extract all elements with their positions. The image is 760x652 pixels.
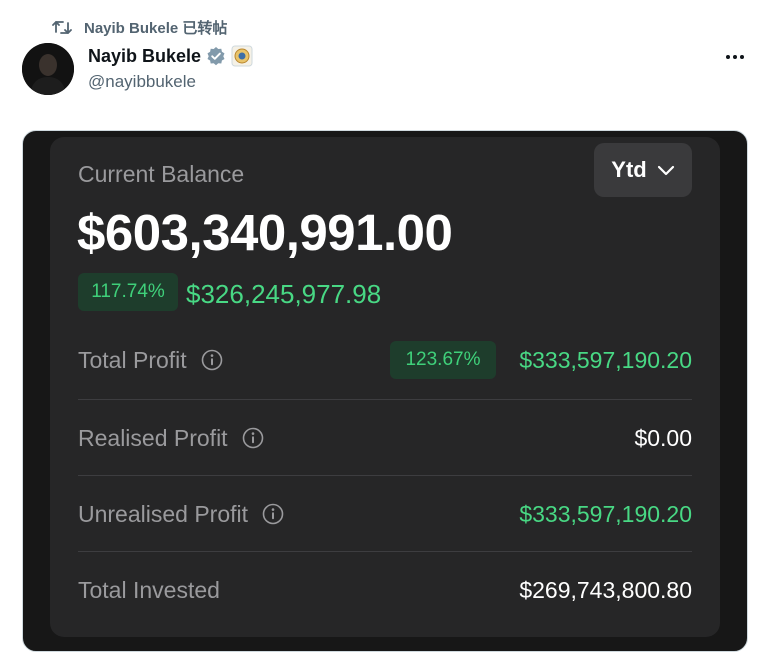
chevron-down-icon — [657, 165, 674, 176]
realised-profit-label-row: Realised Profit — [78, 423, 264, 453]
total-invested-label-row: Total Invested — [78, 575, 220, 605]
row-label: Total Profit — [78, 346, 187, 373]
info-icon[interactable] — [242, 427, 264, 449]
repost-indicator: Nayib Bukele 已转帖 — [52, 16, 227, 38]
realised-profit-value: $0.00 — [634, 425, 692, 451]
author-handle[interactable]: @nayibbukele — [88, 72, 196, 92]
period-value: Ytd — [611, 157, 647, 182]
info-icon[interactable] — [201, 349, 223, 371]
unrealised-profit-value: $333,597,190.20 — [519, 501, 692, 527]
author-name-row[interactable]: Nayib Bukele — [88, 44, 253, 68]
repost-text[interactable]: Nayib Bukele 已转帖 — [84, 17, 227, 38]
unrealised-profit-label-row: Unrealised Profit — [78, 499, 284, 529]
more-options-icon[interactable] — [722, 46, 748, 68]
tweet-media[interactable]: Current Balance Ytd $603,340,991.00 117.… — [22, 130, 748, 652]
balance-value: $603,340,991.00 — [77, 204, 453, 261]
divider — [78, 399, 692, 400]
total-invested-value: $269,743,800.80 — [519, 577, 692, 603]
total-profit-percent-badge: 123.67% — [390, 341, 496, 379]
row-label: Realised Profit — [78, 424, 228, 451]
period-selector[interactable]: Ytd — [594, 143, 692, 197]
avatar[interactable] — [22, 43, 74, 95]
divider — [78, 551, 692, 552]
government-seal-icon[interactable] — [231, 45, 253, 67]
repost-icon — [52, 21, 72, 34]
row-label: Total Invested — [78, 576, 220, 603]
verified-badge-icon[interactable] — [206, 46, 226, 66]
total-profit-label-row: Total Profit — [78, 345, 223, 375]
author-name[interactable]: Nayib Bukele — [88, 46, 201, 67]
change-amount: $326,245,977.98 — [186, 279, 382, 309]
total-profit-value: $333,597,190.20 — [519, 347, 692, 373]
divider — [78, 475, 692, 476]
row-label: Unrealised Profit — [78, 500, 249, 527]
change-percent-badge: 117.74% — [78, 273, 178, 311]
portfolio-card: Current Balance Ytd $603,340,991.00 117.… — [50, 137, 720, 637]
info-icon[interactable] — [262, 503, 284, 525]
balance-label: Current Balance — [78, 161, 245, 187]
